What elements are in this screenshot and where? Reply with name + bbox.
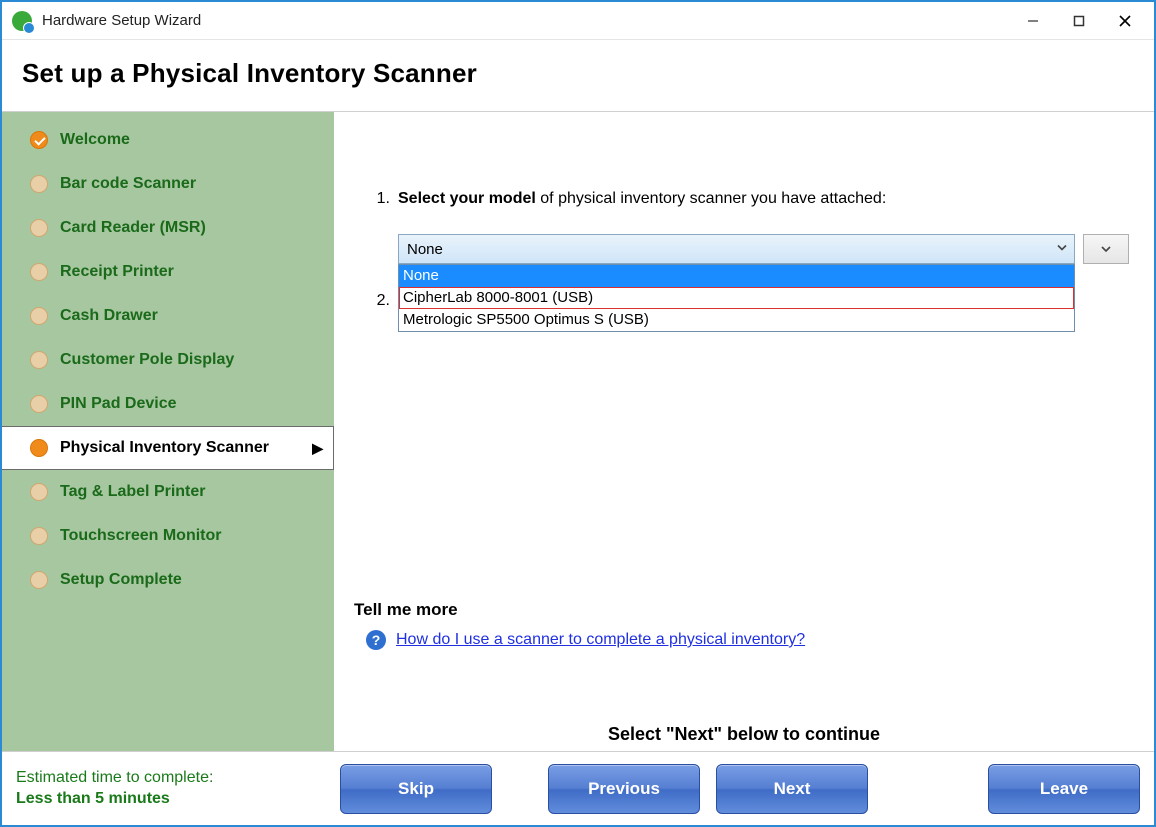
wizard-footer: Estimated time to complete: Less than 5 … (2, 751, 1154, 825)
step-number: 2. (364, 292, 390, 310)
wizard-window: Hardware Setup Wizard Set up a Physical … (0, 0, 1156, 827)
chevron-right-icon: ▶ (312, 440, 323, 457)
bullet-icon (30, 527, 48, 545)
minimize-icon (1027, 15, 1039, 27)
model-select[interactable]: None (398, 234, 1075, 264)
chevron-down-icon (1056, 241, 1068, 258)
step-1-bold: Select your model (398, 190, 536, 207)
maximize-button[interactable] (1056, 6, 1102, 36)
chevron-down-icon (1100, 243, 1112, 255)
sidebar-item-pin-pad[interactable]: PIN Pad Device (2, 382, 334, 426)
main-panel: 1. Select your model of physical invento… (334, 112, 1154, 751)
sidebar-item-pole-display[interactable]: Customer Pole Display (2, 338, 334, 382)
button-bar: Skip Previous Next Leave (324, 764, 1140, 814)
continue-hint: Select "Next" below to continue (334, 724, 1154, 745)
sidebar-item-label: Bar code Scanner (60, 175, 196, 193)
check-icon (30, 131, 48, 149)
bullet-icon (30, 263, 48, 281)
step-number: 1. (364, 190, 390, 208)
sidebar-item-label: Tag & Label Printer (60, 483, 206, 501)
step-1: 1. Select your model of physical invento… (364, 190, 1124, 208)
sidebar-item-label: Physical Inventory Scanner (60, 439, 269, 457)
sidebar-item-label: Customer Pole Display (60, 351, 234, 369)
titlebar: Hardware Setup Wizard (2, 2, 1154, 40)
bullet-icon (30, 175, 48, 193)
sidebar-item-welcome[interactable]: Welcome (2, 118, 334, 162)
close-button[interactable] (1102, 6, 1148, 36)
sidebar-item-label: Cash Drawer (60, 307, 158, 325)
eta-label: Estimated time to complete: (16, 768, 284, 789)
sidebar-item-card-reader[interactable]: Card Reader (MSR) (2, 206, 334, 250)
model-select-aux-button[interactable] (1083, 234, 1129, 264)
model-option-cipherlab[interactable]: CipherLab 8000-8001 (USB) (399, 287, 1074, 309)
sidebar-item-label: Setup Complete (60, 571, 182, 589)
leave-button[interactable]: Leave (988, 764, 1140, 814)
maximize-icon (1073, 15, 1085, 27)
tell-me-more-section: Tell me more ? How do I use a scanner to… (354, 600, 805, 650)
bullet-icon (30, 219, 48, 237)
minimize-button[interactable] (1010, 6, 1056, 36)
help-link-physical-inventory[interactable]: How do I use a scanner to complete a phy… (396, 631, 805, 649)
tell-me-more-heading: Tell me more (354, 600, 805, 620)
sidebar-item-barcode-scanner[interactable]: Bar code Scanner (2, 162, 334, 206)
model-select-value: None (407, 241, 443, 258)
bullet-icon (30, 351, 48, 369)
bullet-icon (30, 571, 48, 589)
step-1-text: Select your model of physical inventory … (398, 190, 886, 208)
step-1-rest: of physical inventory scanner you have a… (536, 190, 886, 207)
bullet-icon (30, 307, 48, 325)
help-icon: ? (366, 630, 386, 650)
help-row: ? How do I use a scanner to complete a p… (366, 630, 805, 650)
next-button[interactable]: Next (716, 764, 868, 814)
sidebar-item-physical-inventory-scanner[interactable]: Physical Inventory Scanner ▶ (2, 426, 334, 470)
page-header: Set up a Physical Inventory Scanner (2, 40, 1154, 112)
sidebar-item-setup-complete[interactable]: Setup Complete (2, 558, 334, 602)
sidebar-item-label: Receipt Printer (60, 263, 174, 281)
sidebar-item-touchscreen-monitor[interactable]: Touchscreen Monitor (2, 514, 334, 558)
bullet-icon (30, 483, 48, 501)
eta: Estimated time to complete: Less than 5 … (16, 768, 284, 810)
window-title: Hardware Setup Wizard (42, 12, 201, 29)
page-title: Set up a Physical Inventory Scanner (22, 58, 1134, 89)
close-icon (1118, 14, 1132, 28)
sidebar-item-tag-label-printer[interactable]: Tag & Label Printer (2, 470, 334, 514)
model-option-none[interactable]: None (399, 265, 1074, 287)
sidebar-item-label: Card Reader (MSR) (60, 219, 206, 237)
app-icon (12, 11, 32, 31)
sidebar-item-receipt-printer[interactable]: Receipt Printer (2, 250, 334, 294)
skip-button[interactable]: Skip (340, 764, 492, 814)
model-select-wrap: None None CipherLab 8000-8001 (USB) Metr… (398, 234, 1124, 264)
sidebar-item-label: Welcome (60, 131, 130, 149)
sidebar-item-cash-drawer[interactable]: Cash Drawer (2, 294, 334, 338)
model-option-metrologic[interactable]: Metrologic SP5500 Optimus S (USB) (399, 309, 1074, 331)
bullet-active-icon (30, 439, 48, 457)
eta-value: Less than 5 minutes (16, 789, 284, 810)
bullet-icon (30, 395, 48, 413)
model-select-dropdown: None CipherLab 8000-8001 (USB) Metrologi… (398, 264, 1075, 332)
body: Welcome Bar code Scanner Card Reader (MS… (2, 112, 1154, 751)
sidebar-item-label: Touchscreen Monitor (60, 527, 222, 545)
wizard-steps-sidebar: Welcome Bar code Scanner Card Reader (MS… (2, 112, 334, 751)
previous-button[interactable]: Previous (548, 764, 700, 814)
sidebar-item-label: PIN Pad Device (60, 395, 177, 413)
